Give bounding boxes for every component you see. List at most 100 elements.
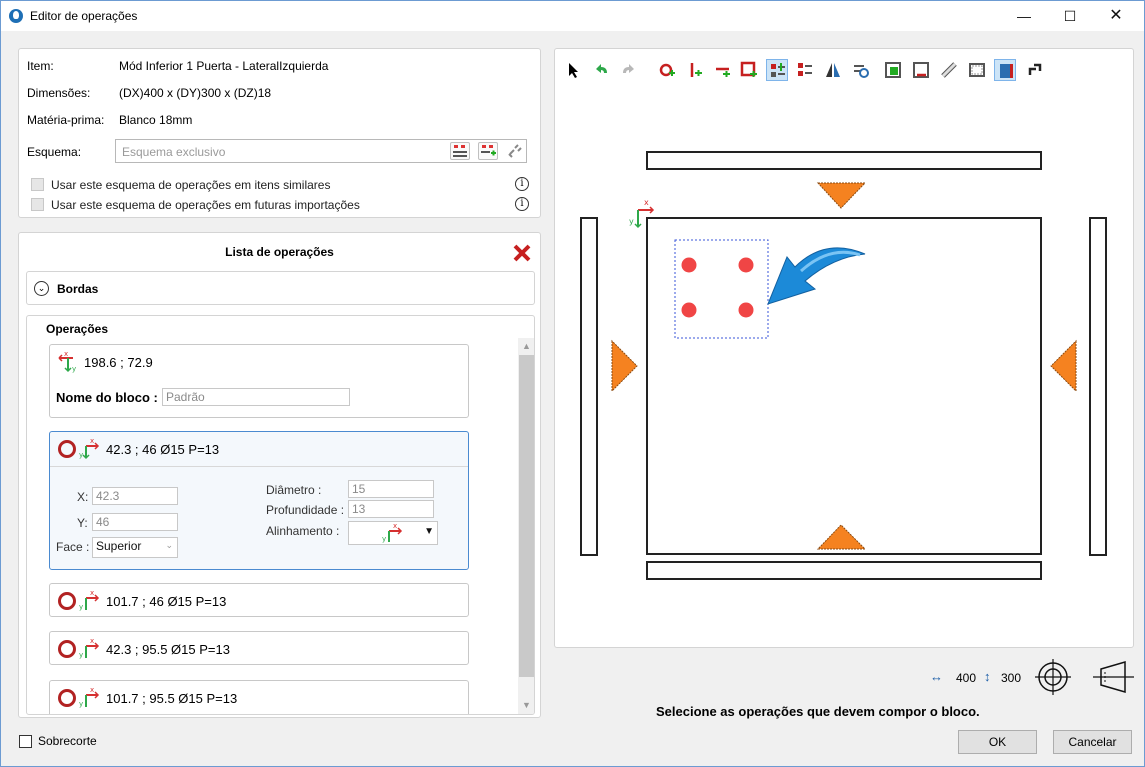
block-card[interactable]: x y 198.6 ; 72.9 Nome do bloco : Padrão bbox=[49, 344, 469, 418]
info-icon[interactable]: i bbox=[515, 177, 529, 191]
svg-text:x: x bbox=[90, 638, 94, 645]
selected-operation-card[interactable]: x y 42.3 ; 46 Ø15 P=13 X: 42.3 Y: 46 Fac… bbox=[49, 431, 469, 570]
right-edge-band[interactable] bbox=[1089, 217, 1107, 556]
title-bar: Editor de operações — ☐ ✕ bbox=[1, 1, 1144, 31]
maximize-button[interactable]: ☐ bbox=[1047, 1, 1093, 31]
height-arrow-icon: ↕ bbox=[984, 669, 991, 684]
top-edge-marker[interactable] bbox=[816, 182, 867, 209]
hole-marker[interactable] bbox=[681, 302, 697, 318]
sobrecorte-label: Sobrecorte bbox=[38, 734, 97, 748]
diameter-label: Diâmetro : bbox=[266, 483, 322, 497]
ok-button[interactable]: OK bbox=[958, 730, 1037, 754]
save-schema-icon[interactable] bbox=[450, 142, 470, 160]
perspective-view-icon[interactable] bbox=[1091, 660, 1136, 694]
alignment-label: Alinhamento : bbox=[266, 524, 340, 538]
face-value: Superior bbox=[96, 539, 142, 553]
operations-header: Operações bbox=[46, 322, 109, 336]
depth-label: Profundidade : bbox=[266, 503, 345, 517]
axis-xy-icon: x y bbox=[382, 523, 403, 543]
drawing-canvas-panel[interactable]: x y bbox=[554, 48, 1134, 648]
minimize-button[interactable]: — bbox=[1001, 1, 1047, 31]
operations-list: Operações x y 198.6 ; 72.9 Nome do bloco… bbox=[26, 315, 535, 715]
top-edge-band[interactable] bbox=[646, 151, 1042, 170]
svg-text:x: x bbox=[64, 351, 68, 358]
svg-text:y: y bbox=[79, 700, 83, 708]
divider bbox=[50, 466, 468, 467]
svg-text:x: x bbox=[90, 438, 94, 445]
hole-marker[interactable] bbox=[681, 257, 697, 273]
axis-xy-icon: x y bbox=[58, 351, 76, 373]
svg-text:y: y bbox=[72, 365, 76, 373]
scrollbar-thumb[interactable] bbox=[519, 355, 534, 677]
cancel-button[interactable]: Cancelar bbox=[1053, 730, 1132, 754]
sobrecorte-checkbox[interactable] bbox=[19, 735, 32, 748]
drill-hole-icon bbox=[58, 689, 76, 707]
svg-text:y: y bbox=[629, 217, 634, 226]
similar-items-checkbox[interactable] bbox=[31, 178, 44, 191]
height-value: 300 bbox=[1001, 671, 1022, 685]
scroll-down-icon[interactable]: ▼ bbox=[518, 697, 534, 714]
material-label: Matéria-prima: bbox=[27, 113, 105, 127]
dimensions-value: (DX)400 x (DY)300 x (DZ)18 bbox=[119, 86, 272, 100]
scrollbar[interactable]: ▲ ▼ bbox=[518, 338, 534, 714]
schema-label: Esquema: bbox=[27, 145, 82, 159]
drill-hole-icon bbox=[58, 592, 76, 610]
close-window-button[interactable]: ✕ bbox=[1093, 1, 1139, 31]
scroll-up-icon[interactable]: ▲ bbox=[518, 338, 534, 355]
svg-text:y: y bbox=[79, 451, 83, 459]
width-value: 400 bbox=[956, 671, 977, 685]
dropdown-arrow-icon: ▼ bbox=[424, 526, 434, 537]
chevron-down-icon: ⌄ bbox=[165, 540, 173, 550]
block-name-input[interactable]: Padrão bbox=[162, 388, 350, 406]
schema-field[interactable]: Esquema exclusivo bbox=[115, 139, 527, 163]
width-arrow-icon: ↔ bbox=[930, 669, 943, 684]
depth-input[interactable]: 13 bbox=[348, 500, 434, 518]
info-icon[interactable]: i bbox=[515, 197, 529, 211]
operation-summary: 42.3 ; 95.5 Ø15 P=13 bbox=[106, 642, 230, 657]
material-value: Blanco 18mm bbox=[119, 113, 193, 127]
face-select[interactable]: Superior ⌄ bbox=[92, 537, 178, 558]
right-edge-marker[interactable] bbox=[1050, 339, 1077, 393]
y-input[interactable]: 46 bbox=[92, 513, 178, 531]
operations-list-title: Lista de operações bbox=[225, 245, 334, 259]
add-schema-icon[interactable] bbox=[478, 142, 498, 160]
editor-window: Editor de operações — ☐ ✕ Item: Mód Infe… bbox=[0, 0, 1145, 767]
item-info-panel: Item: Mód Inferior 1 Puerta - LateralIzq… bbox=[18, 48, 541, 218]
operation-summary: 101.7 ; 46 Ø15 P=13 bbox=[106, 594, 227, 609]
operation-item[interactable]: x y 101.7 ; 46 Ø15 P=13 bbox=[49, 583, 469, 617]
future-imports-label: Usar este esquema de operações em futura… bbox=[51, 198, 360, 212]
operation-item[interactable]: x y 101.7 ; 95.5 Ø15 P=13 bbox=[49, 680, 469, 714]
top-view-icon[interactable] bbox=[1033, 657, 1073, 697]
bordas-section[interactable]: ⌄ Bordas bbox=[26, 271, 535, 305]
svg-text:y: y bbox=[382, 535, 386, 543]
operation-summary: 42.3 ; 46 Ø15 P=13 bbox=[106, 442, 220, 457]
svg-text:x: x bbox=[90, 687, 94, 694]
item-value: Mód Inferior 1 Puerta - LateralIzquierda bbox=[119, 59, 329, 73]
diameter-input[interactable]: 15 bbox=[348, 480, 434, 498]
schema-placeholder: Esquema exclusivo bbox=[122, 145, 226, 159]
panel-drawing[interactable]: x y bbox=[555, 49, 1133, 647]
drill-hole-icon bbox=[58, 640, 76, 658]
svg-text:y: y bbox=[79, 651, 83, 659]
operations-panel: Lista de operações ⌄ Bordas Operações x … bbox=[18, 232, 541, 718]
bordas-label: Bordas bbox=[57, 282, 99, 296]
operation-item[interactable]: x y 42.3 ; 95.5 Ø15 P=13 bbox=[49, 631, 469, 665]
hole-marker[interactable] bbox=[738, 257, 754, 273]
left-edge-marker[interactable] bbox=[611, 339, 638, 393]
app-icon bbox=[9, 9, 23, 23]
future-imports-checkbox[interactable] bbox=[31, 198, 44, 211]
bottom-edge-band[interactable] bbox=[646, 561, 1042, 580]
x-input[interactable]: 42.3 bbox=[92, 487, 178, 505]
hole-marker[interactable] bbox=[738, 302, 754, 318]
svg-text:y: y bbox=[79, 603, 83, 611]
alignment-select[interactable]: x y ▼ bbox=[348, 521, 438, 545]
unlink-schema-icon[interactable] bbox=[506, 142, 526, 160]
chevron-down-icon[interactable]: ⌄ bbox=[34, 281, 49, 296]
delete-icon[interactable] bbox=[511, 242, 533, 264]
status-message: Selecione as operações que devem compor … bbox=[656, 704, 980, 719]
axis-xy-icon: x y bbox=[79, 638, 100, 659]
svg-text:x: x bbox=[90, 590, 94, 597]
panel-outline[interactable] bbox=[646, 217, 1042, 555]
axis-xy-icon: x y bbox=[79, 687, 100, 708]
left-edge-band[interactable] bbox=[580, 217, 598, 556]
